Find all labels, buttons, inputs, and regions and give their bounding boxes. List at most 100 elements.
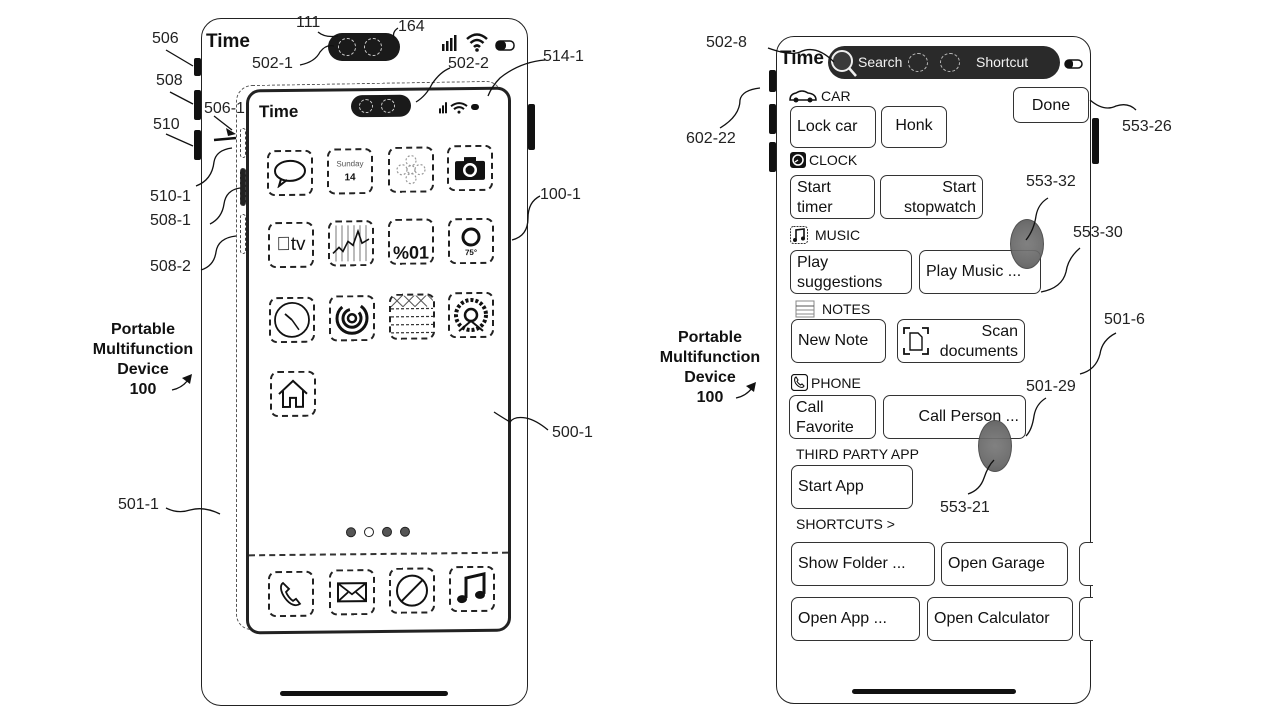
music-section-icon [790,226,808,244]
signal-icon [441,35,459,51]
notes-section-icon [795,300,815,318]
start-stopwatch-button[interactable]: Start stopwatch [880,175,983,219]
ref-553-32: 553-32 [1026,173,1076,190]
button-line: timer [797,199,833,216]
inner-side-button-508-1[interactable] [240,168,246,206]
leader-508 [169,91,194,105]
side-button-506[interactable] [194,58,201,76]
settings-icon[interactable] [448,291,494,339]
show-folder-button[interactable]: Show Folder ... [791,542,935,586]
camera-sensor [338,38,356,56]
inner-side-button-508-2[interactable] [240,214,246,254]
caption-line: Portable [110,321,175,338]
section-shortcuts[interactable]: SHORTCUTS > [796,516,895,532]
button-line: Play [797,254,829,271]
ref-506: 506 [152,30,179,47]
caption-line: Device [684,369,736,386]
wallet-icon[interactable]: %01 [388,218,434,265]
play-suggestions-button[interactable]: Play suggestions [790,250,912,294]
photos-icon[interactable] [388,146,434,193]
home-app-icon[interactable] [270,370,316,418]
side-button-right-2[interactable] [1092,118,1099,164]
ref-553-26: 553-26 [1122,118,1172,135]
tv-icon[interactable]: tv [268,221,314,269]
ref-506-1: 506-1 [204,100,245,117]
call-favorite-button[interactable]: Call Favorite [789,395,876,439]
mail-icon[interactable] [329,569,375,616]
dynamic-island-502-2 [351,94,411,118]
scan-document-icon [903,327,929,355]
fitness-icon[interactable] [329,295,375,342]
expanded-island-502-8[interactable]: Search Shortcut [828,46,1060,79]
done-button[interactable]: Done [1013,87,1089,123]
phone-icon[interactable] [268,570,314,618]
section-car: CAR [788,88,851,104]
page-dot-current[interactable] [364,527,374,538]
leader-602-22 [719,87,761,129]
new-note-button[interactable]: New Note [791,319,886,363]
ref-500-1: 500-1 [552,424,593,441]
search-label[interactable]: Search [858,54,902,70]
wifi-icon [465,32,489,52]
side-button-left-2[interactable] [769,104,776,134]
section-shortcuts-label[interactable]: SHORTCUTS > [796,516,895,532]
leader-506 [165,49,194,67]
home-indicator-right[interactable] [852,689,1016,694]
dynamic-island-502-1 [328,33,400,61]
button-line: stopwatch [903,199,976,216]
scan-documents-button[interactable]: Scan documents [897,319,1025,363]
page-dot[interactable] [400,526,410,537]
music-icon[interactable] [449,565,495,613]
messages-icon[interactable] [267,149,313,197]
ref-510: 510 [153,116,180,133]
section-phone: PHONE [791,374,861,391]
shortcut-label[interactable]: Shortcut [976,54,1028,70]
ref-553-21: 553-21 [940,499,990,516]
weather-icon[interactable]: 75° [448,217,494,265]
safari-icon[interactable] [389,567,435,614]
battery-icon [495,38,517,51]
ref-501-1: 501-1 [118,496,159,513]
honk-button[interactable]: Honk [881,106,947,148]
caption-line: Portable [677,329,742,346]
page-dot[interactable] [346,527,356,538]
ref-553-30: 553-30 [1073,224,1123,241]
overflow-shortcut-button[interactable] [1079,597,1093,641]
section-notes-label: NOTES [822,301,871,317]
side-button-510[interactable] [194,130,201,160]
notes-icon[interactable] [389,293,435,340]
button-line: suggestions [797,274,883,291]
side-button-right[interactable] [528,104,535,150]
open-app-button[interactable]: Open App ... [791,597,920,641]
section-third-party-app: THIRD PARTY APP [796,446,919,462]
start-timer-button[interactable]: Start timer [790,175,875,219]
caption-line: 100 [129,381,157,398]
camera-icon[interactable] [447,144,493,192]
weather-temp: 75° [464,247,478,257]
ref-501-29: 501-29 [1026,378,1076,395]
calendar-icon[interactable]: Sunday 14 [327,148,373,195]
overflow-shortcut-button[interactable] [1079,542,1093,586]
open-garage-button[interactable]: Open Garage [941,542,1068,586]
ref-514-1: 514-1 [543,48,584,65]
stocks-icon[interactable] [328,220,374,267]
touch-contact-553-32 [1010,219,1044,269]
side-button-508[interactable] [194,90,201,120]
lock-car-button[interactable]: Lock car [790,106,876,148]
page-dot[interactable] [382,526,392,537]
clock-icon[interactable] [269,296,315,344]
button-line: Favorite [796,419,854,436]
done-label: Done [1031,97,1071,114]
dock-separator [249,551,508,557]
calendar-date: 14 [344,172,356,184]
page-indicator[interactable] [346,526,410,538]
camera-sensor [359,99,373,114]
start-app-button[interactable]: Start App [791,465,913,509]
side-button-left-3[interactable] [769,142,776,172]
home-indicator[interactable] [280,691,448,696]
side-button-left-1[interactable] [769,70,776,92]
section-third-party-label: THIRD PARTY APP [796,446,919,462]
inner-side-button-506-1[interactable] [240,128,246,158]
ref-508-1: 508-1 [150,212,191,229]
open-calculator-button[interactable]: Open Calculator [927,597,1073,641]
